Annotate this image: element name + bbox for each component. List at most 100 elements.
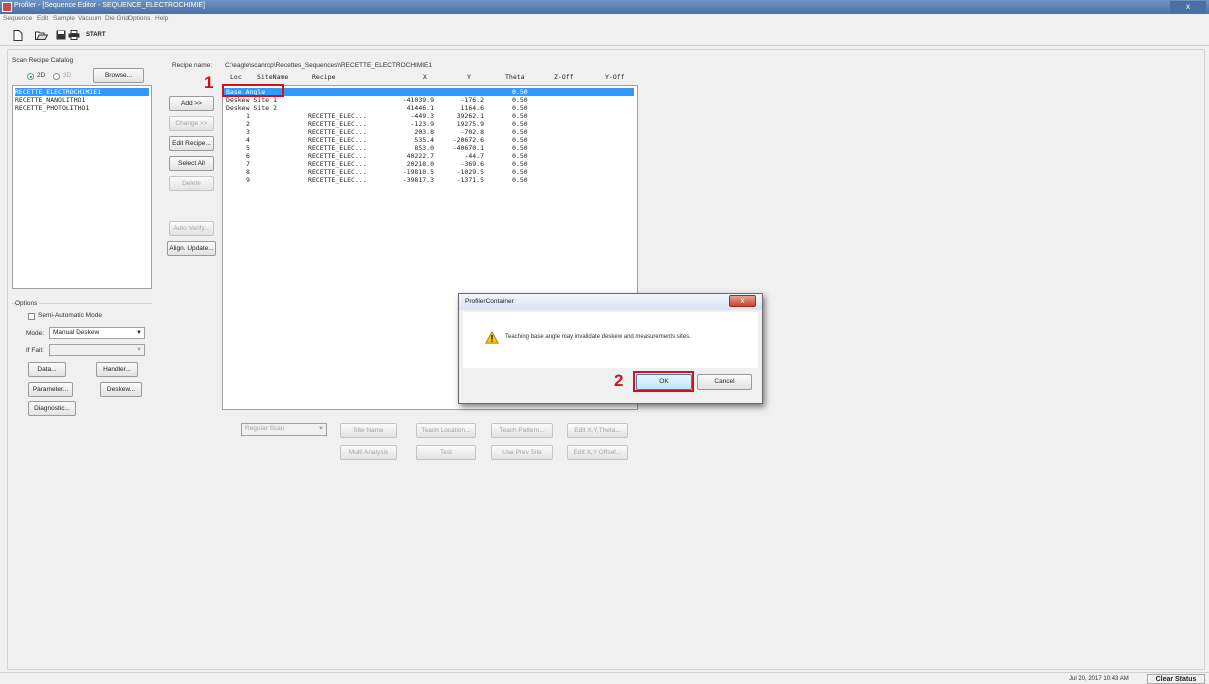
cell-recipe: RECETTE_ELEC... bbox=[308, 168, 367, 176]
teach-location-button[interactable]: Teach Location... bbox=[416, 423, 476, 438]
deskew-button[interactable]: Deskew... bbox=[100, 382, 142, 397]
cell-loc: Deskew Site 1 bbox=[226, 96, 277, 104]
status-bar: Jul 20, 2017 10:43 AM Clear Status bbox=[0, 672, 1209, 684]
menu-sample[interactable]: Sample bbox=[53, 15, 75, 22]
cell-y: 1164.6 bbox=[460, 104, 484, 112]
multi-analysis-button[interactable]: Multi Analysis bbox=[340, 445, 397, 460]
column-header-y-off[interactable]: Y-Off bbox=[605, 73, 625, 81]
cell-theta: 0.50 bbox=[512, 176, 528, 184]
change-button[interactable]: Change >> bbox=[169, 116, 214, 131]
cell-loc: 3 bbox=[246, 128, 250, 136]
radio-2d-label: 2D bbox=[37, 72, 46, 79]
table-row[interactable]: 8 RECETTE_ELEC... -19810.5 -1029.5 0.50 bbox=[224, 168, 634, 176]
parameter-button[interactable]: Parameter... bbox=[28, 382, 73, 397]
status-datetime: Jul 20, 2017 10:43 AM bbox=[1069, 676, 1129, 682]
cell-recipe: RECETTE_ELEC... bbox=[308, 136, 367, 144]
cell-x: 40222.7 bbox=[406, 152, 434, 160]
column-header-y[interactable]: Y bbox=[467, 73, 471, 81]
handler-button[interactable]: Handler... bbox=[96, 362, 138, 377]
table-row[interactable]: 7 RECETTE_ELEC... 20218.0 -369.6 0.50 bbox=[224, 160, 634, 168]
cell-x: -123.9 bbox=[410, 120, 434, 128]
cell-theta: 0.50 bbox=[512, 96, 528, 104]
cell-x: 853.0 bbox=[414, 144, 434, 152]
semi-auto-checkbox[interactable] bbox=[28, 313, 35, 320]
recipe-catalog-list[interactable]: RECETTE_ELECTROCHIMIE1 RECETTE_NANOLITHO… bbox=[12, 85, 152, 289]
site-name-button[interactable]: Site Name bbox=[340, 423, 397, 438]
catalog-item[interactable]: RECETTE_NANOLITHO1 bbox=[15, 96, 85, 104]
dialog-close-button[interactable]: x bbox=[729, 295, 756, 307]
cell-loc: Deskew Site 2 bbox=[226, 104, 277, 112]
add-button[interactable]: Add >> bbox=[169, 96, 214, 111]
catalog-item[interactable]: RECETTE_PHOTOLITHO1 bbox=[15, 104, 89, 112]
menu-help[interactable]: Help bbox=[155, 15, 168, 22]
browse-button[interactable]: Browse... bbox=[93, 68, 144, 83]
chevron-down-icon: ▼ bbox=[136, 330, 142, 336]
cell-recipe: RECETTE_ELEC... bbox=[308, 128, 367, 136]
menu-options[interactable]: Options bbox=[128, 15, 150, 22]
column-header-loc[interactable]: Loc bbox=[230, 73, 242, 81]
cell-theta: 0.50 bbox=[512, 104, 528, 112]
start-button[interactable]: START bbox=[86, 32, 106, 38]
cell-recipe: RECETTE_ELEC... bbox=[308, 160, 367, 168]
auto-verify-button[interactable]: Auto Verify... bbox=[169, 221, 214, 236]
cell-loc: 7 bbox=[246, 160, 250, 168]
table-row[interactable]: 3 RECETTE_ELEC... 203.8 -702.8 0.50 bbox=[224, 128, 634, 136]
cell-x: 203.8 bbox=[414, 128, 434, 136]
mode-select[interactable]: Manual Deskew ▼ bbox=[49, 327, 145, 339]
diagnostic-button[interactable]: Diagnostic... bbox=[28, 401, 76, 416]
clear-status-button[interactable]: Clear Status bbox=[1147, 674, 1205, 684]
data-button[interactable]: Data... bbox=[28, 362, 66, 377]
menu-sequence[interactable]: Sequence bbox=[3, 15, 32, 22]
scan-type-select[interactable]: Regular Scan ▼ bbox=[241, 423, 327, 436]
column-header-theta[interactable]: Theta bbox=[505, 73, 525, 81]
cell-recipe: RECETTE_ELEC... bbox=[308, 120, 367, 128]
column-header-sitename[interactable]: SiteName bbox=[257, 73, 288, 81]
test-button[interactable]: Test bbox=[416, 445, 476, 460]
cancel-button[interactable]: Cancel bbox=[697, 374, 752, 390]
table-row[interactable]: 6 RECETTE_ELEC... 40222.7 -44.7 0.50 bbox=[224, 152, 634, 160]
menu-die-grid[interactable]: Die Grid bbox=[105, 15, 129, 22]
radio-3d[interactable] bbox=[53, 73, 60, 80]
table-row[interactable]: Base Angle 0.50 bbox=[224, 88, 634, 96]
cell-x: -449.3 bbox=[410, 112, 434, 120]
cell-loc: 2 bbox=[246, 120, 250, 128]
iffail-select[interactable]: ▼ bbox=[49, 344, 145, 356]
radio-3d-label: 3D bbox=[63, 72, 72, 79]
cell-theta: 0.50 bbox=[512, 120, 528, 128]
catalog-item[interactable]: RECETTE_ELECTROCHIMIE1 bbox=[15, 88, 149, 96]
table-row[interactable]: Deskew Site 1 -41039.9 -176.2 0.50 bbox=[224, 96, 634, 104]
cell-theta: 0.50 bbox=[512, 144, 528, 152]
print-icon[interactable] bbox=[68, 30, 80, 41]
menu-edit[interactable]: Edit bbox=[37, 15, 48, 22]
save-icon[interactable] bbox=[55, 30, 67, 41]
column-header-x[interactable]: X bbox=[423, 73, 427, 81]
column-header-z-off[interactable]: Z-Off bbox=[554, 73, 574, 81]
menu-vacuum[interactable]: Vacuum bbox=[78, 15, 101, 22]
edit-xy-theta-button[interactable]: Edit X,Y,Theta... bbox=[567, 423, 628, 438]
table-row[interactable]: Deskew Site 2 41446.1 1164.6 0.50 bbox=[224, 104, 634, 112]
table-row[interactable]: 1 RECETTE_ELEC... -449.3 39262.1 0.50 bbox=[224, 112, 634, 120]
edit-xy-offset-button[interactable]: Edit X,Y Offset... bbox=[567, 445, 628, 460]
select-all-button[interactable]: Select All bbox=[169, 156, 214, 171]
window-close-button[interactable]: x bbox=[1170, 1, 1206, 13]
column-header-recipe[interactable]: Recipe bbox=[312, 73, 335, 81]
annotation-box-base-angle bbox=[222, 84, 284, 97]
delete-button[interactable]: Delete bbox=[169, 176, 214, 191]
open-folder-icon[interactable] bbox=[35, 30, 49, 41]
use-prev-site-button[interactable]: Use Prev Site bbox=[491, 445, 553, 460]
table-row[interactable]: 5 RECETTE_ELEC... 853.0 -40670.1 0.50 bbox=[224, 144, 634, 152]
cell-y: -176.2 bbox=[460, 96, 484, 104]
align-update-button[interactable]: Align. Update... bbox=[167, 241, 216, 256]
table-row[interactable]: 4 RECETTE_ELEC... 535.4 -20672.6 0.50 bbox=[224, 136, 634, 144]
cell-x: 20218.0 bbox=[406, 160, 434, 168]
cell-x: 535.4 bbox=[414, 136, 434, 144]
recipe-name-label: Recipe name: bbox=[172, 62, 213, 69]
edit-recipe-button[interactable]: Edit Recipe... bbox=[169, 136, 214, 151]
teach-pattern-button[interactable]: Teach Pattern... bbox=[491, 423, 553, 438]
radio-2d[interactable] bbox=[27, 73, 34, 80]
cell-y: 19275.9 bbox=[456, 120, 484, 128]
table-row[interactable]: 9 RECETTE_ELEC... -39817.3 -1371.5 0.50 bbox=[224, 176, 634, 184]
menu-bar: Sequence Edit Sample Vacuum Die Grid Opt… bbox=[0, 14, 1209, 25]
new-file-icon[interactable] bbox=[12, 30, 24, 41]
table-row[interactable]: 2 RECETTE_ELEC... -123.9 19275.9 0.50 bbox=[224, 120, 634, 128]
